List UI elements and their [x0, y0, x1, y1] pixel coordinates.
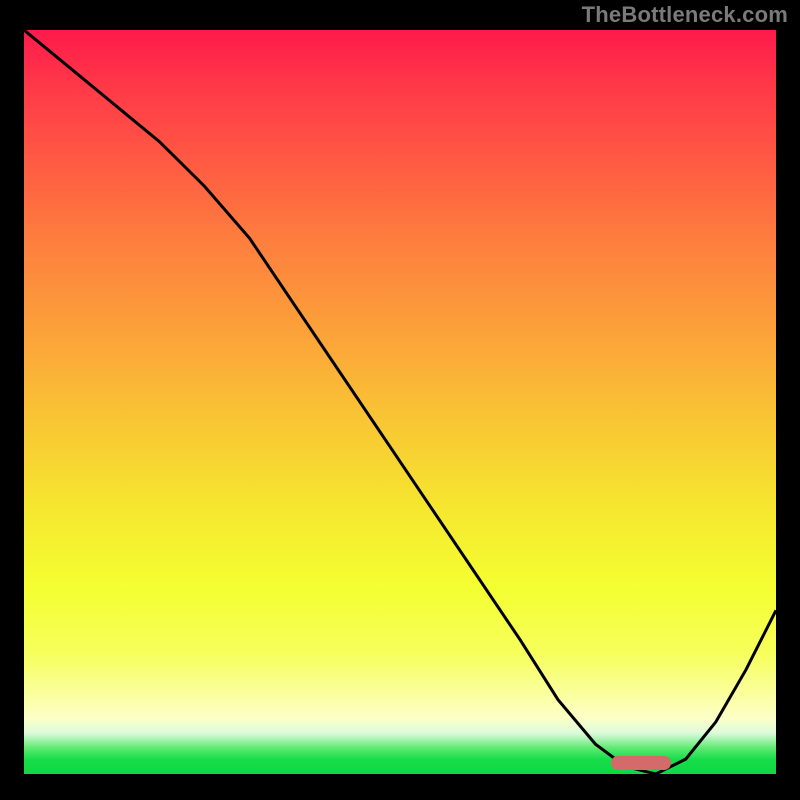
plot-area [24, 30, 776, 774]
bottleneck-curve [24, 30, 776, 774]
curve-path [24, 30, 776, 774]
watermark-text: TheBottleneck.com [582, 2, 788, 28]
chart-container: TheBottleneck.com [0, 0, 800, 800]
optimal-range-marker [611, 756, 671, 770]
